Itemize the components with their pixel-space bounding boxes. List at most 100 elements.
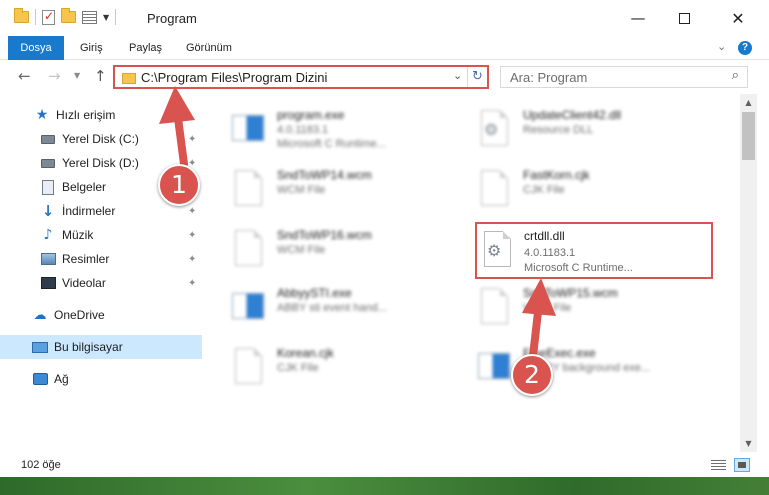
navigation-bar: ← → ▼ ↑ C:\Program Files\Program Dizini … (0, 60, 769, 94)
address-dropdown-icon[interactable]: ⌄ (453, 69, 462, 82)
toolbar-separator (115, 9, 117, 25)
step-2-badge: 2 (511, 354, 553, 396)
refresh-icon[interactable]: ↻ (467, 67, 487, 87)
navigation-pane: ★ Hızlı erişim Yerel Disk (C:) ✦ Yerel D… (0, 94, 205, 452)
gear-file-icon: ⚙ (477, 108, 511, 150)
forward-button[interactable]: → (48, 67, 61, 85)
tab-home[interactable]: Giriş (80, 36, 103, 60)
music-icon: ♪ (43, 227, 53, 243)
folder-icon (122, 73, 136, 84)
sidebar-item-label: Videolar (62, 276, 106, 290)
sidebar-item-label: Bu bilgisayar (54, 340, 123, 354)
vertical-scrollbar[interactable]: ▲ ▼ (740, 94, 757, 452)
toolbar-separator (35, 9, 36, 25)
list-item[interactable]: SndToWP15.wcm WCM File (477, 282, 707, 336)
sidebar-item-label: Hızlı erişim (56, 108, 116, 122)
sidebar-item-label: Belgeler (62, 180, 107, 194)
highlighted-file-tile[interactable]: ⚙ crtdll.dll 4.0.1183.1 Microsoft C Runt… (475, 222, 713, 279)
back-button[interactable]: ← (18, 67, 31, 85)
sidebar-item-videos[interactable]: Videolar ✦ (0, 271, 202, 295)
item-count: 102 öğe (21, 459, 61, 471)
app-icon (231, 286, 265, 328)
download-icon: ↓ (41, 202, 55, 220)
disk-icon (40, 155, 56, 171)
title-bar: ▼ Program — ✕ (0, 0, 769, 36)
file-version: 4.0.1183.1 (524, 247, 576, 259)
close-button[interactable]: ✕ (715, 4, 761, 32)
file-icon (477, 286, 511, 328)
sidebar-item-label: Ağ (54, 372, 69, 386)
pin-icon[interactable]: ✦ (188, 278, 196, 289)
sidebar-item-pictures[interactable]: Resimler ✦ (0, 247, 202, 271)
pin-icon[interactable]: ✦ (188, 254, 196, 265)
details-view-icon[interactable] (711, 460, 726, 471)
list-item[interactable]: Korean.cjk CJK File (231, 342, 461, 396)
pin-icon[interactable]: ✦ (188, 206, 196, 217)
scroll-up-icon[interactable]: ▲ (740, 94, 757, 111)
star-icon: ★ (35, 107, 49, 123)
sidebar-item-label: Yerel Disk (D:) (62, 156, 139, 170)
disk-icon (40, 131, 56, 147)
gear-file-icon: ⚙ (480, 229, 514, 271)
list-item[interactable]: SndToWP16.wcm WCM File (231, 224, 461, 278)
list-item[interactable]: program.exe 4.0.1183.1 Microsoft C Runti… (231, 104, 461, 158)
sidebar-item-music[interactable]: ♪ Müzik ✦ (0, 223, 202, 247)
sidebar-item-quick-access[interactable]: ★ Hızlı erişim (0, 103, 202, 127)
tab-file[interactable]: Dosya (8, 36, 64, 60)
folder-icon[interactable] (14, 8, 29, 23)
sidebar-item-disk-c[interactable]: Yerel Disk (C:) ✦ (0, 127, 202, 151)
expand-ribbon-icon[interactable]: ⌄ (717, 40, 726, 53)
sidebar-item-this-pc[interactable]: Bu bilgisayar (0, 335, 202, 359)
quick-access-toolbar: ▼ (14, 8, 117, 25)
documents-icon (40, 179, 56, 195)
sidebar-item-label: Resimler (62, 252, 110, 266)
network-icon (32, 371, 48, 387)
customize-toolbar-icon[interactable]: ▼ (103, 13, 109, 22)
scroll-thumb[interactable] (742, 112, 755, 160)
app-icon (231, 108, 265, 150)
properties-check-icon[interactable] (42, 9, 55, 25)
address-path[interactable]: C:\Program Files\Program Dizini (141, 70, 327, 85)
minimize-button[interactable]: — (615, 4, 661, 32)
search-icon[interactable]: ⌕ (732, 68, 739, 83)
address-bar[interactable]: C:\Program Files\Program Dizini ⌄ ↻ (113, 65, 489, 89)
up-button[interactable]: ↑ (94, 67, 107, 85)
file-icon (231, 346, 265, 388)
search-input[interactable]: Ara: Program ⌕ (500, 66, 748, 88)
scroll-down-icon[interactable]: ▼ (740, 435, 757, 452)
pin-icon[interactable]: ✦ (188, 230, 196, 241)
file-icon (477, 168, 511, 210)
search-placeholder: Ara: Program (510, 70, 588, 85)
pictures-icon (40, 251, 56, 267)
tab-share[interactable]: Paylaş (129, 36, 162, 60)
new-folder-icon[interactable] (61, 8, 76, 23)
sidebar-item-network[interactable]: Ağ (0, 367, 202, 391)
step-1-badge: 1 (158, 164, 200, 206)
sidebar-item-label: Müzik (62, 228, 94, 242)
sidebar-item-label: İndirmeler (62, 204, 116, 218)
app-icon (477, 346, 511, 388)
ribbon-tabs: Dosya Giriş Paylaş Görünüm ⌄ ? (0, 36, 769, 60)
tiles-view-icon[interactable] (734, 458, 750, 472)
tab-view[interactable]: Görünüm (186, 36, 232, 60)
maximize-button[interactable] (661, 4, 707, 32)
list-item[interactable]: ⚙ UpdateClient42.dll Resource DLL (477, 104, 707, 158)
videos-icon (40, 275, 56, 291)
maximize-icon (678, 12, 690, 24)
sidebar-item-label: Yerel Disk (C:) (62, 132, 139, 146)
file-name: crtdll.dll (524, 229, 565, 243)
file-icon (231, 168, 265, 210)
list-item[interactable]: SndToWP14.wcm WCM File (231, 164, 461, 218)
status-bar: 102 öğe (0, 452, 769, 477)
list-item[interactable]: FastKorn.cjk CJK File (477, 164, 707, 218)
view-properties-icon[interactable] (82, 10, 97, 24)
help-icon[interactable]: ? (738, 41, 752, 55)
desktop-background (0, 477, 769, 495)
sidebar-item-label: OneDrive (54, 308, 105, 322)
sidebar-item-onedrive[interactable]: ☁ OneDrive (0, 303, 202, 327)
recent-locations-icon[interactable]: ▼ (74, 71, 80, 80)
window-title: Program (147, 11, 197, 26)
list-item[interactable]: AbbyySTI.exe ABBY sti event hand... (231, 282, 461, 336)
pin-icon[interactable]: ✦ (188, 134, 196, 145)
file-icon (231, 228, 265, 270)
